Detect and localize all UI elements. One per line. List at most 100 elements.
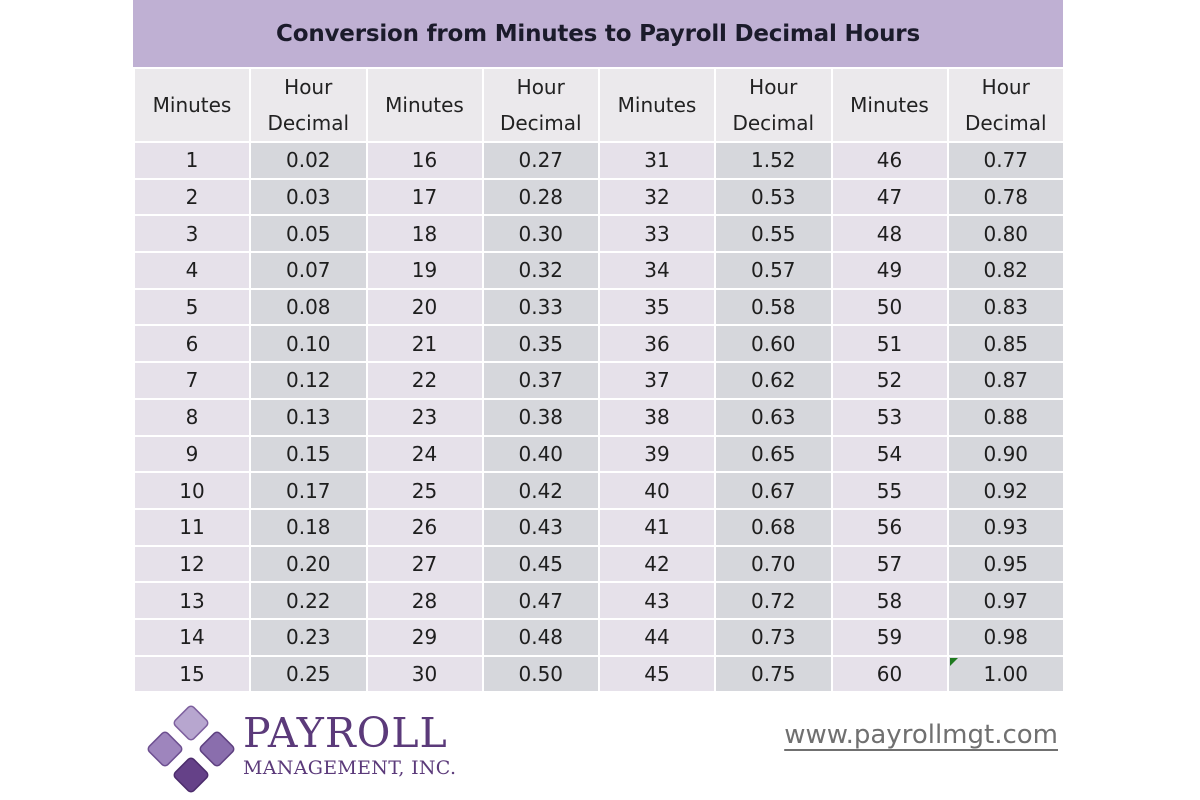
header-hour-decimal-line2: Decimal bbox=[499, 111, 582, 135]
hour-decimal-cell: 0.63 bbox=[714, 397, 833, 437]
minutes-cell: 42 bbox=[598, 544, 716, 584]
minutes-cell: 36 bbox=[598, 324, 716, 364]
minutes-cell: 6 bbox=[133, 324, 251, 364]
hour-decimal-cell: 0.57 bbox=[714, 251, 833, 290]
table-title: Conversion from Minutes to Payroll Decim… bbox=[133, 0, 1063, 67]
minutes-cell: 51 bbox=[830, 324, 949, 364]
minutes-cell: 7 bbox=[133, 361, 251, 400]
minutes-cell: 31 bbox=[598, 141, 716, 180]
minutes-cell: 48 bbox=[830, 214, 949, 254]
hour-decimal-cell: 0.08 bbox=[249, 287, 368, 327]
hour-decimal-cell: 0.70 bbox=[714, 544, 833, 584]
table-row: 13 0.22 28 0.47 43 0.72 58 0.97 bbox=[133, 581, 1065, 620]
minutes-cell: 33 bbox=[598, 214, 716, 254]
table-row: 4 0.07 19 0.32 34 0.57 49 0.82 bbox=[133, 251, 1065, 290]
header-hour-decimal-line1: Hour bbox=[749, 75, 798, 99]
table-row: 15 0.25 30 0.50 45 0.75 60 1.00 bbox=[133, 654, 1065, 694]
minutes-cell: 53 bbox=[830, 397, 949, 437]
hour-decimal-cell: 0.45 bbox=[481, 544, 600, 584]
minutes-cell: 23 bbox=[365, 397, 484, 437]
logo-diamond-bottom bbox=[173, 757, 209, 793]
table-row: 7 0.12 22 0.37 37 0.62 52 0.87 bbox=[133, 361, 1065, 400]
hour-decimal-cell: 0.23 bbox=[249, 617, 368, 657]
minutes-cell: 1 bbox=[133, 141, 251, 180]
hour-decimal-cell: 0.67 bbox=[714, 471, 833, 510]
hour-decimal-cell: 0.92 bbox=[946, 471, 1065, 510]
minutes-cell: 21 bbox=[365, 324, 484, 364]
minutes-cell: 19 bbox=[365, 251, 484, 290]
hour-decimal-cell: 0.50 bbox=[481, 654, 600, 694]
minutes-cell: 14 bbox=[133, 617, 251, 657]
minutes-cell: 12 bbox=[133, 544, 251, 584]
website-link[interactable]: www.payrollmgt.com bbox=[784, 720, 1058, 750]
hour-decimal-cell: 0.12 bbox=[249, 361, 368, 400]
minutes-cell: 59 bbox=[830, 617, 949, 657]
minutes-cell: 34 bbox=[598, 251, 716, 290]
minutes-cell: 40 bbox=[598, 471, 716, 510]
hour-decimal-cell: 0.97 bbox=[946, 581, 1065, 620]
minutes-cell: 5 bbox=[133, 287, 251, 327]
minutes-cell: 17 bbox=[365, 177, 484, 217]
header-minutes: Minutes bbox=[133, 67, 251, 143]
conversion-table: Minutes Hour Decimal Minutes Hour Decimal Minu… bbox=[133, 67, 1065, 694]
hour-decimal-cell: 0.93 bbox=[946, 507, 1065, 547]
minutes-cell: 8 bbox=[133, 397, 251, 437]
hour-decimal-cell: 0.28 bbox=[481, 177, 600, 217]
minutes-cell: 58 bbox=[830, 581, 949, 620]
hour-decimal-cell: 0.30 bbox=[481, 214, 600, 254]
hour-decimal-cell: 0.53 bbox=[714, 177, 833, 217]
table-row: 3 0.05 18 0.30 33 0.55 48 0.80 bbox=[133, 214, 1065, 254]
hour-decimal-cell: 0.02 bbox=[249, 141, 368, 180]
hour-decimal-cell: 0.42 bbox=[481, 471, 600, 510]
minutes-cell: 47 bbox=[830, 177, 949, 217]
hour-decimal-cell: 0.88 bbox=[946, 397, 1065, 437]
hour-decimal-cell: 0.83 bbox=[946, 287, 1065, 327]
hour-decimal-cell: 1.52 bbox=[714, 141, 833, 180]
hour-decimal-cell: 0.20 bbox=[249, 544, 368, 584]
minutes-cell: 26 bbox=[365, 507, 484, 547]
minutes-cell: 2 bbox=[133, 177, 251, 217]
hour-decimal-cell: 0.82 bbox=[946, 251, 1065, 290]
hour-decimal-cell: 0.78 bbox=[946, 177, 1065, 217]
minutes-cell: 29 bbox=[365, 617, 484, 657]
minutes-cell: 22 bbox=[365, 361, 484, 400]
table-row: 8 0.13 23 0.38 38 0.63 53 0.88 bbox=[133, 397, 1065, 437]
hour-decimal-cell: 0.25 bbox=[249, 654, 368, 694]
table-row: 11 0.18 26 0.43 41 0.68 56 0.93 bbox=[133, 507, 1065, 547]
hour-decimal-cell: 0.77 bbox=[946, 141, 1065, 180]
table-row: 14 0.23 29 0.48 44 0.73 59 0.98 bbox=[133, 617, 1065, 657]
hour-decimal-cell: 0.03 bbox=[249, 177, 368, 217]
header-minutes: Minutes bbox=[598, 67, 716, 143]
hour-decimal-cell: 1.00 bbox=[946, 654, 1065, 694]
table-body: 1 0.02 16 0.27 31 1.52 46 0.77 2 0.03 17 0.28 32 0.53… bbox=[133, 141, 1065, 694]
minutes-cell: 45 bbox=[598, 654, 716, 694]
header-minutes: Minutes bbox=[365, 67, 484, 143]
minutes-cell: 55 bbox=[830, 471, 949, 510]
header-hour-decimal: Hour Decimal bbox=[714, 67, 833, 143]
hour-decimal-cell: 0.27 bbox=[481, 141, 600, 180]
company-logo-text: PAYROLL MANAGEMENT, INC. bbox=[243, 711, 456, 779]
minutes-cell: 30 bbox=[365, 654, 484, 694]
hour-decimal-cell: 0.85 bbox=[946, 324, 1065, 364]
minutes-cell: 46 bbox=[830, 141, 949, 180]
hour-decimal-cell: 0.37 bbox=[481, 361, 600, 400]
table-row: 5 0.08 20 0.33 35 0.58 50 0.83 bbox=[133, 287, 1065, 327]
minutes-cell: 11 bbox=[133, 507, 251, 547]
minutes-cell: 32 bbox=[598, 177, 716, 217]
table-row: 2 0.03 17 0.28 32 0.53 47 0.78 bbox=[133, 177, 1065, 217]
minutes-cell: 4 bbox=[133, 251, 251, 290]
minutes-cell: 39 bbox=[598, 434, 716, 474]
hour-decimal-cell: 0.48 bbox=[481, 617, 600, 657]
header-row: Minutes Hour Decimal Minutes Hour Decimal Minu… bbox=[133, 67, 1065, 143]
table-row: 10 0.17 25 0.42 40 0.67 55 0.92 bbox=[133, 471, 1065, 510]
table-row: 9 0.15 24 0.40 39 0.65 54 0.90 bbox=[133, 434, 1065, 474]
hour-decimal-cell: 0.68 bbox=[714, 507, 833, 547]
minutes-cell: 38 bbox=[598, 397, 716, 437]
table-row: 6 0.10 21 0.35 36 0.60 51 0.85 bbox=[133, 324, 1065, 364]
logo-sub-text: MANAGEMENT, INC. bbox=[243, 757, 457, 779]
hour-decimal-cell: 0.17 bbox=[249, 471, 368, 510]
minutes-cell: 9 bbox=[133, 434, 251, 474]
hour-decimal-cell: 0.87 bbox=[946, 361, 1065, 400]
minutes-cell: 20 bbox=[365, 287, 484, 327]
header-hour-decimal-line1: Hour bbox=[981, 75, 1030, 99]
